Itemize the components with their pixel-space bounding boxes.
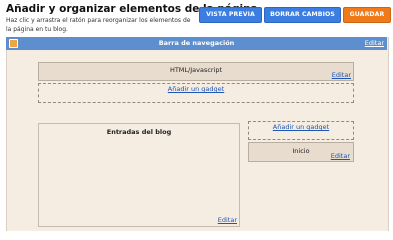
blog-posts-title: Entradas del blog	[106, 128, 172, 136]
navbar-edit-link[interactable]: Editar	[365, 39, 384, 47]
page-description: Haz clic y arrastra el ratón para reorga…	[6, 17, 191, 33]
blog-posts-edit-link[interactable]: Editar	[218, 216, 237, 224]
save-button[interactable]: GUARDAR	[343, 7, 391, 23]
add-gadget-header[interactable]: Añadir un gadget	[38, 83, 354, 103]
preview-button[interactable]: VISTA PREVIA	[199, 7, 262, 23]
gadget-edit-link[interactable]: Editar	[332, 71, 351, 79]
navbar-section[interactable]: Barra de navegación Editar	[6, 37, 387, 50]
blog-posts-section[interactable]: Entradas del blog Editar	[38, 123, 240, 227]
home-gadget[interactable]: Inicio Editar	[248, 142, 354, 162]
add-gadget-sidebar[interactable]: Añadir un gadget	[248, 121, 354, 140]
add-gadget-link[interactable]: Añadir un gadget	[168, 85, 224, 93]
add-gadget-link[interactable]: Añadir un gadget	[273, 123, 329, 131]
html-javascript-gadget[interactable]: HTML/Javascript Editar	[38, 62, 354, 81]
gadget-title: HTML/Javascript	[169, 66, 223, 74]
clear-changes-button[interactable]: BORRAR CAMBIOS	[264, 7, 341, 23]
gadget-edit-link[interactable]: Editar	[331, 152, 350, 160]
navbar-title: Barra de navegación	[158, 39, 235, 47]
